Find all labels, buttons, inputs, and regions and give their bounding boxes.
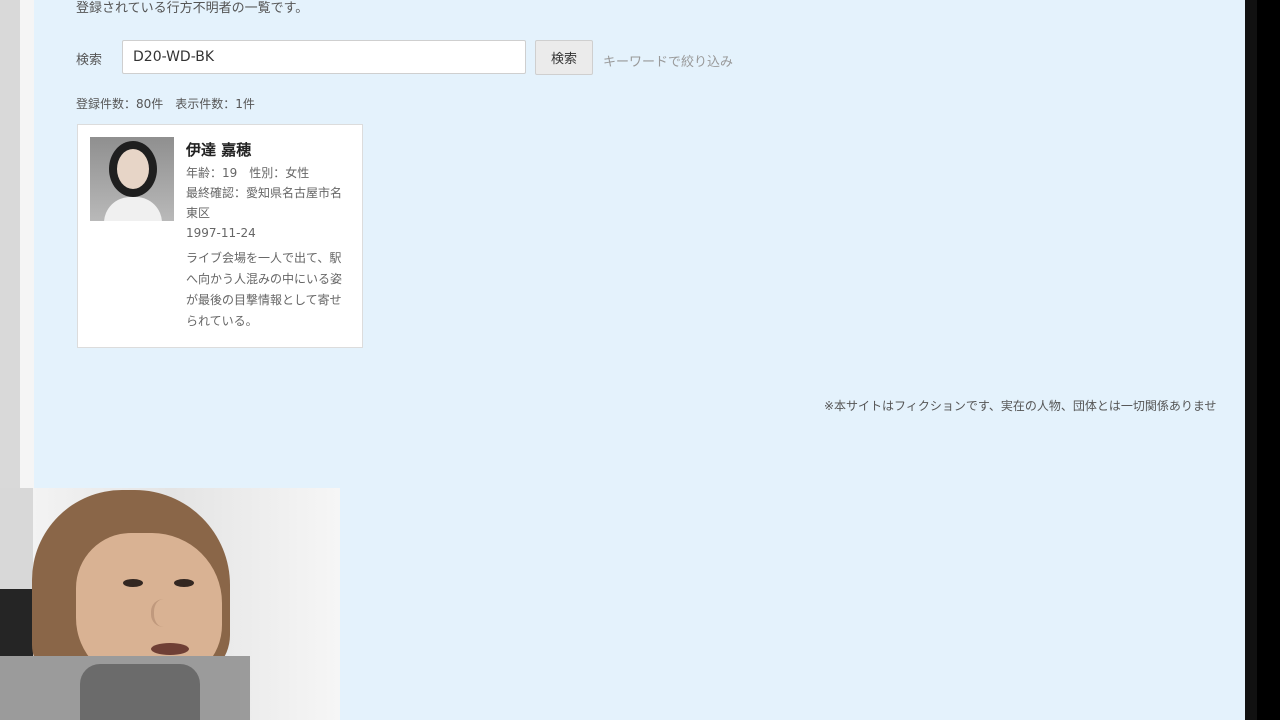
person-photo-icon — [90, 137, 174, 221]
webcam-collar-shape — [80, 664, 200, 720]
search-label: 検索 — [76, 53, 103, 68]
result-counts: 登録件数：80件 表示件数：1件 — [76, 97, 255, 111]
search-button[interactable]: 検索 — [535, 40, 593, 75]
page-intro: 登録されている行方不明者の一覧です。 — [76, 1, 309, 16]
webcam-right-eye-shape — [174, 579, 194, 587]
person-basic-info: 年齢：19 性別：女性 — [186, 166, 310, 180]
photo-head-shape — [117, 149, 149, 189]
search-input[interactable] — [122, 40, 526, 74]
person-last-seen: 最終確認：愛知県名古屋市名東区 — [186, 186, 343, 220]
person-date: 1997-11-24 — [186, 226, 256, 240]
right-bar-edge — [1245, 0, 1257, 720]
photo-shoulders-shape — [104, 197, 162, 221]
left-window-strip — [0, 0, 20, 488]
missing-person-card[interactable]: 伊達 嘉穂 年齢：19 性別：女性 最終確認：愛知県名古屋市名東区 1997-1… — [77, 124, 363, 348]
webcam-nose-shape — [151, 599, 176, 627]
fiction-notice: ※本サイトはフィクションです、実在の人物、団体とは一切関係ありませ — [824, 399, 1217, 413]
person-name[interactable]: 伊達 嘉穂 — [186, 139, 251, 160]
webcam-left-eye-shape — [123, 579, 143, 587]
person-description: ライブ会場を一人で出て、駅へ向かう人混みの中にいる姿が最後の目撃情報として寄せら… — [186, 251, 343, 328]
left-window-edge — [20, 0, 34, 488]
webcam-feed-icon — [0, 488, 340, 720]
search-hint: キーワードで絞り込み — [603, 55, 734, 70]
webcam-mouth-shape — [151, 643, 189, 655]
